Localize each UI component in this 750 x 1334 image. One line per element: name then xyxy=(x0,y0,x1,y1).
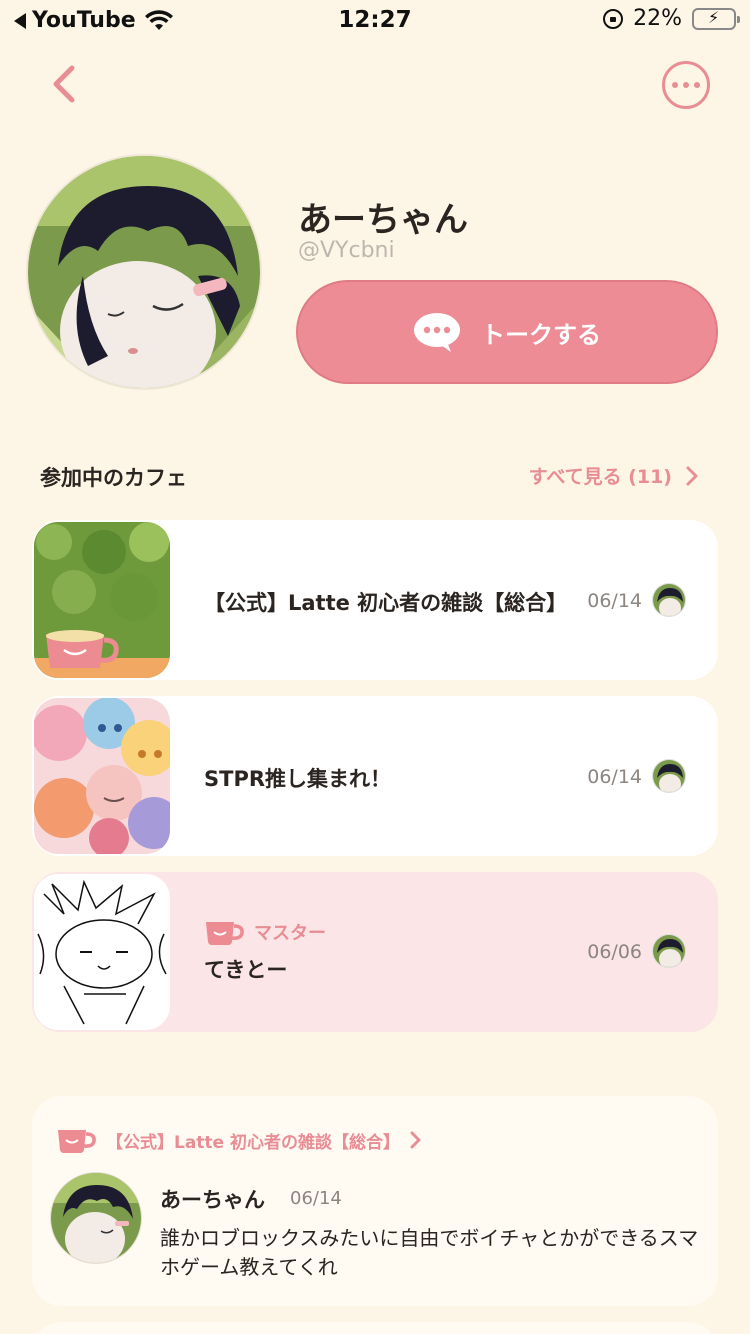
see-all-label: すべて見る (11) xyxy=(528,466,672,488)
post-card[interactable]: 【公式】Latte 初心者の雑談【総合】 あーちゃん 06/14 誰かロブロック… xyxy=(32,1096,718,1306)
status-right-group: 22% ⚡ xyxy=(603,6,740,31)
member-avatar-image xyxy=(653,760,685,792)
status-bar: YouTube 12:27 22% ⚡ xyxy=(0,0,750,42)
post-avatar-image xyxy=(51,1173,141,1263)
talk-button[interactable]: トークする xyxy=(296,280,718,384)
member-avatar xyxy=(652,583,686,617)
next-post-card[interactable] xyxy=(32,1322,718,1334)
cafe-thumbnail xyxy=(34,874,170,1030)
master-badge-label: マスター xyxy=(254,923,326,944)
rotation-lock-icon xyxy=(603,8,624,29)
avatar-illustration xyxy=(28,156,260,388)
chat-bubble-icon xyxy=(414,313,460,352)
master-badge: マスター xyxy=(204,918,326,946)
cafe-thumbnail-image xyxy=(34,522,170,678)
chevron-left-icon xyxy=(53,65,75,103)
more-dot xyxy=(694,82,700,88)
cafe-thumbnail-image xyxy=(34,698,170,854)
section-title-cafes: 参加中のカフェ xyxy=(40,466,187,490)
coffee-cup-icon xyxy=(58,1130,96,1153)
cafe-date: 06/14 xyxy=(587,590,642,612)
post-cafe-link[interactable]: 【公式】Latte 初心者の雑談【総合】 xyxy=(56,1126,422,1154)
post-author-avatar[interactable] xyxy=(50,1172,142,1264)
member-avatar xyxy=(652,934,686,968)
member-avatar-image xyxy=(653,584,685,616)
cafe-date: 06/06 xyxy=(587,941,642,963)
cafe-name: てきとー xyxy=(204,958,288,982)
cafe-date: 06/14 xyxy=(587,766,642,788)
battery-icon: ⚡ xyxy=(692,7,740,30)
more-horizontal-icon xyxy=(672,82,678,88)
cafe-thumbnail xyxy=(34,698,170,854)
cafe-item[interactable]: STPR推し集まれ！ 06/14 xyxy=(32,696,718,856)
cafe-item[interactable]: 【公式】Latte 初心者の雑談【総合】 06/14 xyxy=(32,520,718,680)
post-date: 06/14 xyxy=(290,1188,342,1209)
coffee-cup-icon xyxy=(206,922,244,945)
charging-bolt-icon: ⚡ xyxy=(708,7,720,27)
member-avatar xyxy=(652,759,686,793)
chevron-right-icon xyxy=(686,466,698,485)
back-button[interactable] xyxy=(46,64,86,104)
cafe-thumbnail xyxy=(34,522,170,678)
member-avatar-image xyxy=(653,935,685,967)
cafe-name: STPR推し集まれ！ xyxy=(204,767,392,791)
cafe-item[interactable]: マスター てきとー 06/06 xyxy=(32,872,718,1032)
profile-name: あーちゃん xyxy=(298,200,468,240)
post-author-name: あーちゃん xyxy=(160,1188,265,1212)
post-cafe-name: 【公式】Latte 初心者の雑談【総合】 xyxy=(106,1132,401,1153)
profile-avatar[interactable] xyxy=(26,154,262,390)
post-body: 誰かロブロックスみたいに自由でボイチャとかができるスマホゲーム教えてくれ xyxy=(160,1226,699,1279)
cafe-name: 【公式】Latte 初心者の雑談【総合】 xyxy=(204,591,568,615)
battery-percent: 22% xyxy=(633,6,682,31)
see-all-link[interactable]: すべて見る (11) xyxy=(529,462,698,489)
more-dot xyxy=(683,82,689,88)
cafe-thumbnail-image xyxy=(34,874,170,1030)
profile-handle: @VYcbni xyxy=(298,238,395,263)
talk-button-label: トークする xyxy=(481,320,601,349)
chevron-right-icon xyxy=(410,1131,421,1149)
more-button[interactable] xyxy=(662,61,710,109)
